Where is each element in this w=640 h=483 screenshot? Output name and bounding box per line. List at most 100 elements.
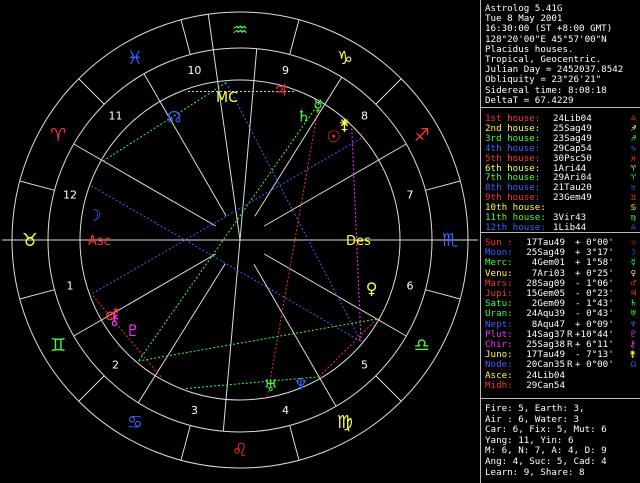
sign-icon: ♊ — [630, 193, 636, 204]
asc-label: Asc — [88, 234, 111, 249]
house-number: 6 — [407, 280, 414, 293]
house-cusp — [222, 239, 241, 432]
house-cusp — [73, 253, 217, 337]
house-number: 11 — [109, 110, 123, 123]
sign-icon: ♈ — [630, 173, 636, 184]
sign-divider — [19, 180, 55, 191]
aspect-line — [266, 103, 320, 396]
separator — [481, 232, 640, 233]
aspect-line — [138, 102, 320, 362]
planet-glyph-icon: ☿ — [313, 96, 323, 115]
sign-icon: ♑ — [630, 143, 636, 154]
planet-icon: ♀ — [630, 268, 636, 279]
planet-position: 20Can35 — [526, 359, 565, 371]
zodiac-sign-icon: ♏ — [442, 230, 458, 251]
sign-icon: ♉ — [630, 183, 636, 194]
stat-line: M: 6, N: 7, A: 4, D: 9 — [485, 445, 607, 457]
house-cusp — [239, 48, 258, 241]
sign-divider — [289, 425, 300, 461]
planet-position: 29Can54 — [526, 379, 565, 391]
planet-glyph-icon: ♆ — [294, 375, 308, 394]
zodiac-sign-icon: ♍ — [337, 412, 353, 433]
house-cusp — [263, 143, 407, 227]
planet-icon: ♇ — [630, 329, 636, 340]
planet-glyph-icon: ♄ — [296, 106, 310, 125]
sign-divider — [289, 19, 300, 55]
planet-icon: ☽ — [630, 248, 636, 259]
house-number: 2 — [112, 358, 119, 371]
stat-line: Learn: 9, Share: 8 — [485, 466, 585, 478]
zodiac-sign-icon: ♉ — [22, 230, 38, 251]
house-number: 10 — [187, 64, 201, 77]
house-number: 12 — [63, 188, 77, 201]
planet-icon: ⚵ — [629, 350, 636, 361]
sign-divider — [375, 78, 402, 105]
planet-row: Midh: 29Can54 — [485, 379, 565, 391]
planet-icon: ☿ — [630, 258, 636, 269]
info-line: 16:30:00 (ST +8:00 GMT) — [485, 23, 613, 35]
planet-icon: ♅ — [630, 309, 636, 320]
planet-glyph-icon: ♇ — [126, 321, 140, 340]
planet-position: 24Aqu39 — [526, 308, 565, 320]
separator — [481, 107, 640, 108]
sign-icon: ♍ — [630, 213, 636, 223]
planet-glyph-icon: ♅ — [264, 376, 278, 395]
planet-latitude: - 0°43' — [575, 308, 614, 320]
sign-icon: ♈ — [630, 163, 636, 174]
planet-icon: ♄ — [630, 299, 636, 310]
house-number: 9 — [282, 64, 289, 77]
sign-icon: ♓ — [630, 153, 636, 164]
planet-glyph-icon: ♃ — [273, 80, 287, 99]
planet-icon: ☉ — [630, 238, 636, 248]
planet-icon: ♂ — [630, 278, 636, 289]
house-cusp — [254, 76, 343, 217]
planet-icon: ♆ — [630, 319, 636, 330]
mc-label: MC — [216, 90, 238, 106]
zodiac-sign-icon: ♋ — [127, 412, 143, 433]
zodiac-sign-icon: ♓ — [127, 48, 143, 69]
sign-divider — [425, 289, 461, 300]
planet-glyph-icon: ⚷ — [109, 309, 121, 328]
house-number: 7 — [407, 188, 414, 201]
zodiac-sign-icon: ♊ — [50, 335, 66, 356]
info-line: Obliquity = 23°26'21" — [485, 74, 602, 86]
sign-divider — [78, 375, 105, 402]
aspect-line — [91, 138, 362, 295]
sign-icon: ♋ — [630, 203, 636, 214]
planet-glyph-icon: ☊ — [167, 107, 181, 126]
stat-line: Car: 6, Fix: 5, Mut: 6 — [485, 424, 607, 436]
planet-icon: ⚷ — [629, 340, 636, 350]
planet-icon: ♃ — [630, 289, 636, 299]
zodiac-sign-icon: ♐ — [414, 125, 430, 146]
planet-latitude: + 1°58' — [575, 257, 614, 269]
house-value: 23Gem49 — [553, 192, 592, 204]
sign-icon: ♐ — [630, 123, 636, 134]
planet-glyph-icon: ☽ — [87, 205, 101, 224]
zodiac-sign-icon: ♈ — [50, 125, 66, 146]
house-cusp — [263, 253, 407, 337]
planet-icon: ☊ — [630, 360, 636, 371]
retrograde-flag: R — [567, 359, 573, 371]
stat-line: Ang: 4, Suc: 5, Cad: 4 — [485, 456, 607, 467]
sign-icon: ♐ — [630, 133, 636, 144]
house-number: 8 — [361, 110, 368, 123]
house-number: 1 — [66, 280, 73, 293]
planet-position: 4Gem01 — [531, 257, 565, 269]
planet-label: Midh: — [485, 379, 513, 391]
des-label: Des — [346, 234, 371, 249]
zodiac-sign-icon: ♒ — [232, 20, 248, 41]
sign-divider — [375, 375, 402, 402]
house-cusp — [143, 73, 227, 217]
zodiac-sign-icon: ♎ — [414, 335, 430, 356]
planet-glyph-icon: ♀ — [366, 279, 378, 298]
retrograde-flag: R — [567, 339, 573, 350]
sign-icon: ♎ — [630, 114, 636, 124]
stat-line: Fire: 5, Earth: 3, — [485, 403, 585, 414]
planet-latitude: + 0°00' — [575, 359, 614, 371]
house-cusp — [137, 263, 226, 404]
sign-divider — [425, 180, 461, 191]
sign-divider — [19, 289, 55, 300]
stat-line: Yang: 11, Yin: 6 — [485, 434, 574, 446]
stat-line: Air : 6, Water: 3 — [485, 413, 580, 425]
sign-divider — [180, 19, 191, 55]
